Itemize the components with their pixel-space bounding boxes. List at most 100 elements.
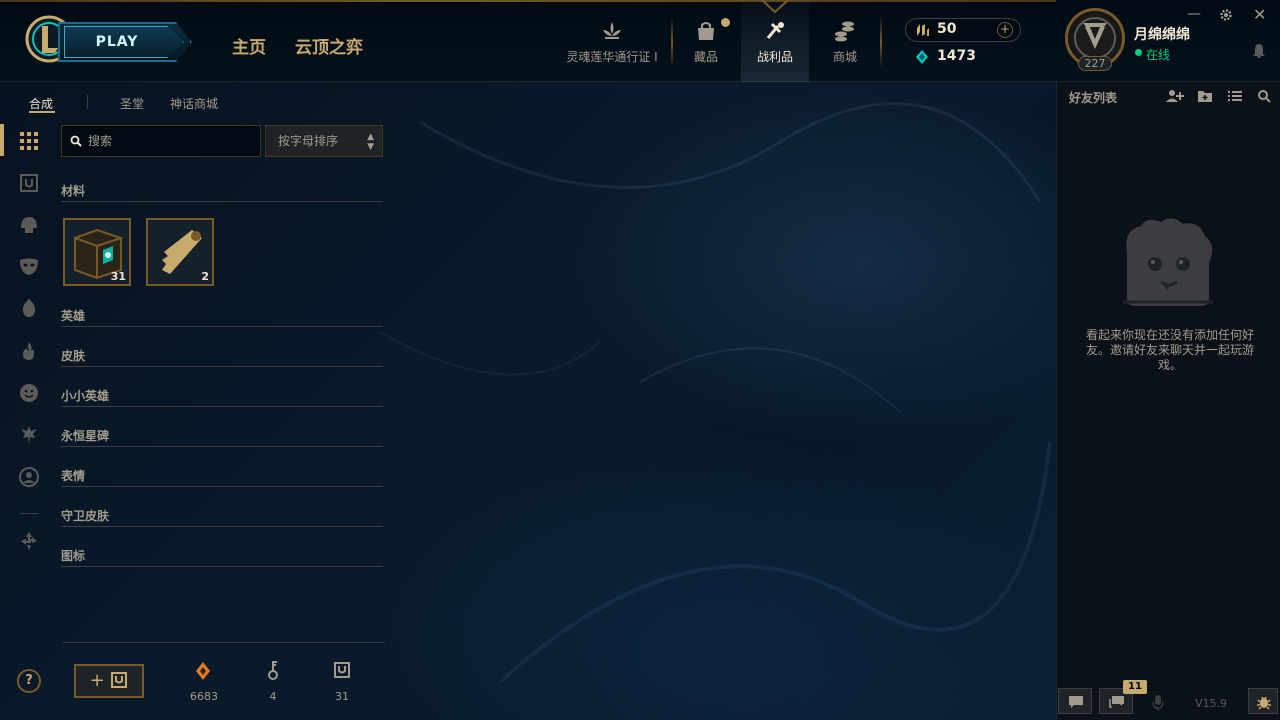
- nav-collection-label: 藏品: [693, 50, 718, 64]
- store-coins-icon: [835, 21, 854, 42]
- collection-bag-icon: [698, 22, 714, 40]
- chest-count: 31: [110, 270, 126, 283]
- close-button[interactable]: ✕: [1253, 5, 1266, 24]
- chat-button[interactable]: [1058, 688, 1092, 714]
- tab-crafting[interactable]: 合成: [29, 95, 53, 112]
- craft-chest-button[interactable]: +: [74, 664, 144, 698]
- tab-divider: [87, 95, 88, 109]
- orange-essence-icon: [196, 662, 210, 680]
- nav-pass-label: 灵魂莲华通行证 I: [566, 50, 658, 64]
- leftnav-active-indicator: [0, 124, 4, 156]
- add-friend-icon[interactable]: [1165, 89, 1185, 103]
- category-icons-label: 图标: [61, 549, 86, 563]
- chest-small-icon: [111, 672, 128, 688]
- chest-icon[interactable]: [18, 172, 40, 194]
- play-button[interactable]: PLAY: [64, 26, 184, 58]
- nav-home[interactable]: 主页: [232, 33, 266, 58]
- chest-count-icon: [334, 662, 350, 678]
- category-icons-header[interactable]: 图标: [61, 547, 383, 567]
- leftnav-divider: [20, 513, 38, 514]
- be-amount: 1473: [937, 48, 976, 64]
- category-champions-header[interactable]: 英雄: [61, 307, 383, 327]
- add-folder-icon[interactable]: [1197, 89, 1213, 103]
- status-online-dot: [1135, 49, 1142, 56]
- emote-face-icon[interactable]: [18, 382, 40, 404]
- nav-divider: [880, 16, 882, 68]
- chests-total-count: 31: [335, 690, 349, 703]
- nav-pass[interactable]: 灵魂莲华通行证 I: [562, 0, 662, 82]
- orange-essence-count: 6683: [190, 690, 218, 703]
- category-eternals-label: 永恒星碑: [61, 429, 110, 443]
- craft-plus: +: [89, 670, 105, 691]
- tab-mythic-shop[interactable]: 神话商城: [170, 95, 218, 112]
- skin-mask-icon[interactable]: [18, 255, 40, 277]
- sort-chevron-icon: ▲ ▼: [367, 132, 374, 152]
- tab-active-underline: [29, 111, 55, 113]
- profile-icon-category-icon[interactable]: [18, 466, 40, 488]
- notification-count-badge: 11: [1123, 680, 1147, 694]
- level-badge: 227: [1078, 56, 1112, 71]
- category-materials-label: 材料: [61, 184, 86, 198]
- search-icon: [70, 135, 82, 147]
- chat-bubble-icon: [1069, 696, 1083, 708]
- category-little-legends-label: 小小英雄: [61, 389, 110, 403]
- search-input[interactable]: [88, 126, 258, 156]
- category-emotes-header[interactable]: 表情: [61, 467, 383, 487]
- help-button[interactable]: ?: [17, 669, 41, 693]
- sort-dropdown-label: 按字母排序: [278, 134, 339, 148]
- bell-icon[interactable]: [1252, 43, 1266, 59]
- key-count: 2: [201, 270, 209, 283]
- top-gold-line: [0, 0, 1056, 2]
- category-skins-header[interactable]: 皮肤: [61, 347, 383, 367]
- tab-sanctum[interactable]: 圣堂: [120, 95, 144, 112]
- category-champions-label: 英雄: [61, 309, 86, 323]
- microphone-icon[interactable]: [1151, 694, 1165, 712]
- status-text[interactable]: 在线: [1146, 46, 1170, 63]
- champion-helmet-icon[interactable]: [18, 214, 40, 236]
- category-little-legends-header[interactable]: 小小英雄: [61, 387, 383, 407]
- category-eternals-header[interactable]: 永恒星碑: [61, 427, 383, 447]
- search-field[interactable]: [61, 125, 261, 157]
- nav-divider: [671, 16, 673, 68]
- category-ward-skins-header[interactable]: 守卫皮肤: [61, 507, 383, 527]
- minimize-button[interactable]: —: [1187, 6, 1201, 22]
- key-fragment-icon: [268, 661, 278, 680]
- ward-icon[interactable]: [18, 424, 40, 446]
- friends-list-title: 好友列表: [1069, 91, 1118, 105]
- loot-item-hextech-key[interactable]: 2: [146, 218, 214, 286]
- loot-icon: [766, 22, 784, 39]
- poro-empty-icon: [1123, 218, 1213, 306]
- bottom-divider: [63, 642, 385, 643]
- rp-icon: [917, 24, 929, 36]
- active-nav-chevron-icon: [761, 0, 789, 14]
- key-fragment-count: 4: [269, 690, 277, 703]
- lotus-icon: [603, 22, 621, 39]
- rp-amount: 50: [937, 21, 957, 37]
- little-legend-egg-icon[interactable]: [18, 297, 40, 319]
- loot-item-hextech-chest[interactable]: 31: [63, 218, 131, 286]
- category-materials-header[interactable]: 材料: [61, 182, 383, 202]
- blue-essence-icon: [916, 50, 928, 64]
- messages-icon: [1109, 696, 1124, 708]
- friends-empty-message: 看起来你现在还没有添加任何好友。邀请好友来聊天并一起玩游戏。: [1085, 328, 1254, 372]
- nav-store[interactable]: 商城: [814, 0, 876, 82]
- top-bar: PLAY 主页 云顶之弈 灵魂莲华通行证 I 藏品 战利品 商城 50 + 14…: [0, 0, 1280, 82]
- category-skins-label: 皮肤: [61, 349, 86, 363]
- category-emotes-label: 表情: [61, 469, 86, 483]
- nav-tft[interactable]: 云顶之弈: [295, 33, 363, 58]
- bug-report-button[interactable]: [1248, 688, 1278, 714]
- list-view-icon[interactable]: [1227, 89, 1243, 103]
- recycle-arrows-icon[interactable]: [18, 530, 40, 552]
- friends-panel: 好友列表 看起来你现在还没有添加任何好友。邀请好友来聊天并一起玩游戏。: [1056, 82, 1280, 720]
- nav-collection[interactable]: 藏品: [675, 0, 737, 82]
- add-rp-button[interactable]: +: [997, 22, 1013, 38]
- search-friends-icon[interactable]: [1257, 89, 1271, 103]
- nav-loot-label: 战利品: [756, 50, 793, 64]
- bug-icon: [1257, 696, 1271, 710]
- gear-icon[interactable]: [1219, 8, 1233, 22]
- collection-notification-dot: [721, 18, 730, 27]
- grid-all-icon[interactable]: [18, 130, 40, 152]
- eternals-flame-icon[interactable]: [18, 340, 40, 362]
- sort-dropdown[interactable]: 按字母排序 ▲ ▼: [265, 125, 383, 157]
- category-ward-skins-label: 守卫皮肤: [61, 509, 110, 523]
